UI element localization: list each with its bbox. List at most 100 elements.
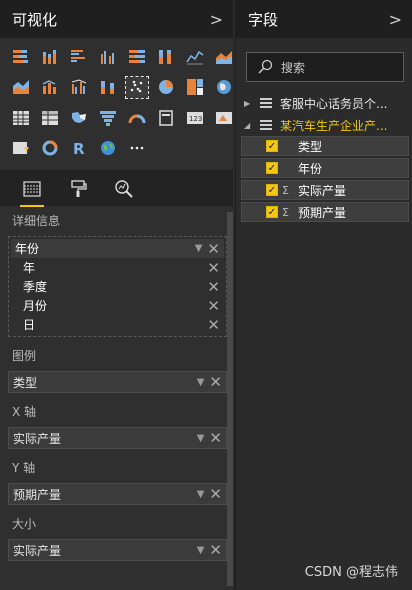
y-axis-well-title: Y 轴 — [12, 461, 36, 475]
field-wells: 详细信息 年份 ▼ ✕ 年 ✕ 季度 ✕ 月份 ✕ 日 ✕ 图例 类型 ▼ ✕ … — [0, 206, 233, 561]
sigma-icon: Σ — [282, 183, 289, 197]
slicer-icon[interactable] — [10, 138, 32, 159]
gauge-icon[interactable] — [126, 107, 148, 128]
visualizations-header: 可视化 > — [0, 0, 233, 38]
analytics-tab[interactable] — [112, 177, 136, 201]
visual-gallery: 123 R — [0, 38, 233, 170]
table-name: 客服中心话务员个... — [280, 96, 388, 111]
x-axis-field-chip[interactable]: 实际产量 ▼ ✕ — [8, 427, 227, 449]
size-field-chip[interactable]: 实际产量 ▼ ✕ — [8, 539, 227, 561]
size-well-title: 大小 — [12, 517, 37, 531]
fields-search-input[interactable]: 搜索 — [246, 52, 404, 82]
stacked-bar-icon[interactable] — [10, 46, 32, 67]
remove-field-icon[interactable]: ✕ — [209, 375, 222, 390]
size-field-label: 实际产量 — [13, 543, 62, 558]
checkbox-checked-icon[interactable]: ✓ — [266, 184, 278, 196]
treemap-icon[interactable] — [184, 77, 206, 98]
details-well[interactable]: 年份 ▼ ✕ 年 ✕ 季度 ✕ 月份 ✕ 日 ✕ — [8, 236, 227, 337]
clustered-column-icon[interactable] — [97, 46, 119, 67]
card-icon[interactable] — [155, 107, 177, 128]
remove-field-icon[interactable]: ✕ — [209, 431, 222, 446]
sigma-icon: Σ — [282, 205, 289, 219]
globe-icon[interactable] — [97, 138, 119, 159]
checkbox-checked-icon[interactable]: ✓ — [266, 162, 278, 174]
line-column-icon[interactable] — [39, 77, 61, 98]
hierarchy-level-item[interactable]: 年 ✕ — [11, 258, 224, 277]
100-percent-column-icon[interactable] — [155, 46, 177, 67]
hierarchy-level-item[interactable]: 月份 ✕ — [11, 296, 224, 315]
matrix-icon[interactable] — [39, 107, 61, 128]
remove-field-icon[interactable]: ✕ — [209, 543, 222, 558]
remove-level-icon[interactable]: ✕ — [207, 317, 220, 332]
stacked-area-icon[interactable] — [10, 77, 32, 98]
field-name: 预期产量 — [298, 205, 347, 220]
chevron-down-icon[interactable]: ▼ — [195, 243, 203, 254]
fields-tab-icon — [23, 180, 41, 197]
field-name: 类型 — [298, 139, 323, 154]
details-field-label: 年份 — [15, 242, 40, 256]
chevron-down-icon[interactable]: ▼ — [197, 433, 205, 444]
table-node[interactable]: ▶ 客服中心话务员个... — [236, 92, 412, 114]
field-item[interactable]: ✓ 年份 — [241, 158, 409, 178]
fields-tab[interactable] — [20, 177, 44, 207]
expand-icon[interactable]: ▶ — [244, 99, 252, 108]
y-axis-field-chip[interactable]: 预期产量 ▼ ✕ — [8, 483, 227, 505]
chevron-down-icon[interactable]: ▼ — [197, 545, 205, 556]
remove-level-icon[interactable]: ✕ — [207, 298, 220, 313]
kpi-icon[interactable] — [213, 107, 235, 128]
details-field-chip[interactable]: 年份 ▼ ✕ — [11, 239, 224, 258]
funnel-icon[interactable] — [97, 107, 119, 128]
table-icon — [260, 120, 272, 130]
field-item[interactable]: ✓ Σ 实际产量 — [241, 180, 409, 200]
table-node[interactable]: ◢ 某汽车生产企业产... — [236, 114, 412, 136]
checkbox-checked-icon[interactable]: ✓ — [266, 140, 278, 152]
field-item[interactable]: ✓ 类型 — [241, 136, 409, 156]
area-chart-icon[interactable] — [213, 46, 235, 67]
chevron-down-icon[interactable]: ▼ — [197, 377, 205, 388]
watermark: CSDN @程志伟 — [304, 565, 398, 580]
format-tab-icon — [71, 179, 87, 197]
analytics-tab-icon — [115, 179, 133, 198]
remove-level-icon[interactable]: ✕ — [207, 260, 220, 275]
hierarchy-level-item[interactable]: 季度 ✕ — [11, 277, 224, 296]
multi-row-card-icon[interactable]: 123 — [184, 107, 206, 128]
collapse-visualizations-icon[interactable]: > — [210, 10, 223, 29]
visualizations-pane: 可视化 > 123 R 详细信息 年份 ▼ ✕ 年 ✕ 季度 ✕ 月份 ✕ 日 … — [0, 0, 233, 590]
hierarchy-level-item[interactable]: 日 ✕ — [11, 315, 224, 334]
x-axis-well-title: X 轴 — [12, 405, 37, 419]
collapse-icon[interactable]: ◢ — [244, 121, 252, 130]
collapse-fields-icon[interactable]: > — [389, 10, 402, 29]
remove-level-icon[interactable]: ✕ — [207, 279, 220, 294]
svg-text:R: R — [73, 140, 85, 157]
100-percent-bar-icon[interactable] — [126, 46, 148, 67]
field-item[interactable]: ✓ Σ 预期产量 — [241, 202, 409, 222]
remove-field-icon[interactable]: ✕ — [209, 487, 222, 502]
hierarchy-level-label: 月份 — [23, 299, 48, 313]
stacked-column-icon[interactable] — [39, 46, 61, 67]
svg-text:123: 123 — [189, 115, 202, 123]
scatter-chart-icon[interactable] — [125, 75, 149, 99]
filled-map-icon[interactable] — [68, 107, 90, 128]
r-visual-icon[interactable]: R — [68, 138, 90, 159]
table-icon[interactable] — [10, 107, 32, 128]
y-axis-field-label: 预期产量 — [13, 487, 62, 502]
visualizations-title: 可视化 — [12, 10, 58, 29]
map-icon[interactable] — [213, 77, 235, 98]
pie-chart-icon[interactable] — [155, 77, 177, 98]
legend-field-chip[interactable]: 类型 ▼ ✕ — [8, 371, 227, 393]
donut-icon[interactable] — [39, 138, 61, 159]
hierarchy-level-label: 年 — [23, 261, 36, 275]
line-clustered-column-icon[interactable] — [68, 77, 90, 98]
clustered-bar-icon[interactable] — [68, 46, 90, 67]
x-axis-field-label: 实际产量 — [13, 431, 62, 446]
line-chart-icon[interactable] — [184, 46, 206, 67]
chevron-down-icon[interactable]: ▼ — [197, 489, 205, 500]
legend-well-title: 图例 — [12, 349, 37, 363]
ribbon-chart-icon[interactable] — [97, 77, 119, 98]
format-tab[interactable] — [66, 177, 90, 201]
checkbox-checked-icon[interactable]: ✓ — [266, 206, 278, 218]
wells-scrollbar[interactable] — [227, 212, 233, 586]
more-icon[interactable] — [126, 138, 148, 159]
field-name: 年份 — [298, 161, 323, 176]
remove-field-icon[interactable]: ✕ — [207, 241, 220, 256]
